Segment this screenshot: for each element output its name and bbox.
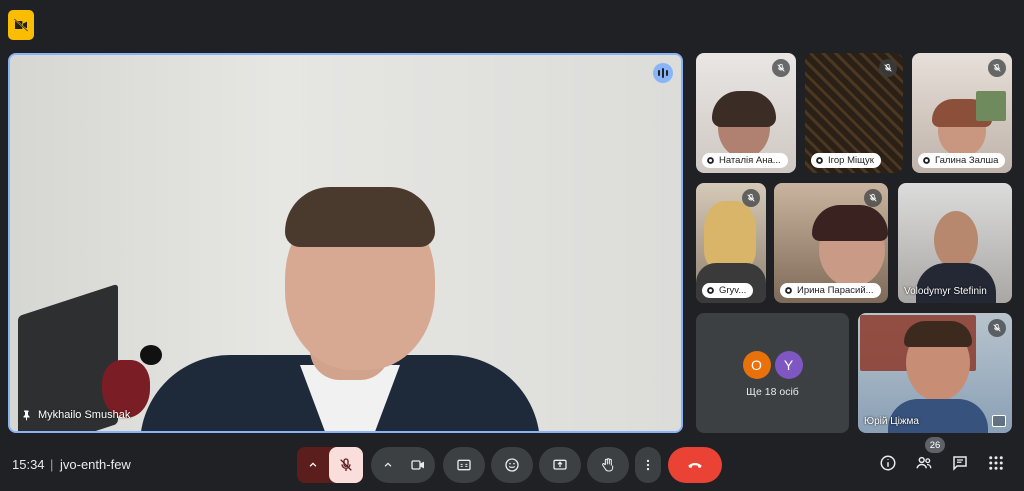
mic-off-icon xyxy=(988,59,1006,77)
mic-control-group xyxy=(297,447,363,483)
speaking-indicator-icon xyxy=(653,63,673,83)
participant-name: Галина Залша xyxy=(935,155,999,166)
separator: | xyxy=(50,457,54,472)
present-screen-button[interactable] xyxy=(539,447,581,483)
more-vertical-icon xyxy=(646,459,650,471)
hand-raised-icon xyxy=(816,157,823,164)
emoji-icon xyxy=(505,458,519,472)
participant-tile[interactable]: Volodymyr Stefinin xyxy=(898,183,1012,303)
mic-off-icon xyxy=(340,458,352,471)
participant-name-pill: Ирина Парасий... xyxy=(780,283,881,298)
hand-raised-icon xyxy=(923,157,930,164)
more-participants-tile[interactable]: O Y Ще 18 осіб xyxy=(696,313,849,433)
participant-name-pill: Gryv... xyxy=(702,283,754,298)
hand-icon xyxy=(602,458,614,472)
participant-tile[interactable]: Наталія Ана... xyxy=(696,53,796,173)
picture-in-picture-icon[interactable] xyxy=(992,415,1006,427)
participant-hair xyxy=(712,91,776,127)
participant-body xyxy=(916,263,996,303)
hand-raised-icon xyxy=(707,157,714,164)
participant-tile[interactable]: Галина Залша xyxy=(912,53,1012,173)
mic-off-icon xyxy=(772,59,790,77)
participant-name: Ігор Міщук xyxy=(828,155,874,166)
meeting-code: jvo-enth-few xyxy=(60,457,131,472)
camera-control-group xyxy=(371,447,435,483)
participant-name: Gryv... xyxy=(719,285,747,296)
video-camera-icon xyxy=(411,460,424,470)
participant-tile[interactable]: Gryv... xyxy=(696,183,766,303)
avatar: O xyxy=(742,351,771,379)
participant-hair xyxy=(904,321,972,347)
apps-grid-icon xyxy=(989,456,1003,470)
participant-count-badge: 26 xyxy=(925,437,945,453)
hand-raised-icon xyxy=(785,287,792,294)
speaker-hair xyxy=(285,187,435,247)
reactions-button[interactable] xyxy=(491,447,533,483)
speaker-name-tag: Mykhailo Smushak xyxy=(20,409,130,421)
chat-icon xyxy=(953,456,967,471)
participant-name: Юрій Ціжма xyxy=(864,416,919,427)
hand-raised-icon xyxy=(707,287,714,294)
participant-tile[interactable]: Ирина Парасий... xyxy=(774,183,888,303)
info-icon xyxy=(880,455,896,471)
people-icon xyxy=(916,456,932,469)
phone-hangup-icon xyxy=(688,462,702,468)
participant-hair xyxy=(704,201,756,271)
chevron-up-icon xyxy=(384,462,392,467)
participant-name: Ирина Парасий... xyxy=(797,285,874,296)
mic-toggle-button[interactable] xyxy=(329,447,363,483)
participant-tile[interactable]: Ігор Міщук xyxy=(805,53,903,173)
lamp-knob xyxy=(140,345,162,365)
mic-off-icon xyxy=(864,189,882,207)
mic-options-button[interactable] xyxy=(297,447,329,483)
participant-name-pill: Наталія Ана... xyxy=(702,153,788,168)
people-button[interactable] xyxy=(915,454,933,477)
avatar: Y xyxy=(774,351,803,379)
meeting-details-button[interactable] xyxy=(879,454,897,477)
participant-name: Наталія Ана... xyxy=(719,155,781,166)
participant-name-pill: Галина Залша xyxy=(918,153,1006,168)
mic-off-icon xyxy=(742,189,760,207)
main-speaker-tile[interactable]: Mykhailo Smushak xyxy=(8,53,683,433)
mic-off-icon xyxy=(879,59,897,77)
participant-name-pill: Ігор Міщук xyxy=(811,153,881,168)
closed-captions-icon xyxy=(457,459,471,471)
current-time: 15:34 xyxy=(12,457,45,472)
participant-tile[interactable]: Юрій Ціжма xyxy=(858,313,1012,433)
chat-button[interactable] xyxy=(951,454,969,477)
participant-hair xyxy=(812,205,888,241)
activities-button[interactable] xyxy=(987,454,1005,477)
video-off-icon xyxy=(13,18,29,32)
participant-face xyxy=(934,211,978,269)
chevron-up-icon xyxy=(309,462,317,467)
recording-badge[interactable] xyxy=(8,10,34,40)
control-bar: 15:34 | jvo-enth-few 26 xyxy=(0,437,1024,486)
more-options-button[interactable] xyxy=(635,447,661,483)
captions-button[interactable] xyxy=(443,447,485,483)
raise-hand-button[interactable] xyxy=(587,447,629,483)
participant-name: Volodymyr Stefinin xyxy=(904,286,987,297)
camera-options-button[interactable] xyxy=(373,447,403,483)
pin-icon[interactable] xyxy=(20,409,32,421)
wall-painting xyxy=(976,91,1006,121)
present-screen-icon xyxy=(553,459,567,470)
camera-toggle-button[interactable] xyxy=(403,447,433,483)
speaker-name: Mykhailo Smushak xyxy=(38,409,131,421)
avatar-group: O Y xyxy=(742,351,803,379)
more-participants-label: Ще 18 осіб xyxy=(746,386,799,398)
leave-call-button[interactable] xyxy=(668,447,722,483)
mic-off-icon xyxy=(988,319,1006,337)
